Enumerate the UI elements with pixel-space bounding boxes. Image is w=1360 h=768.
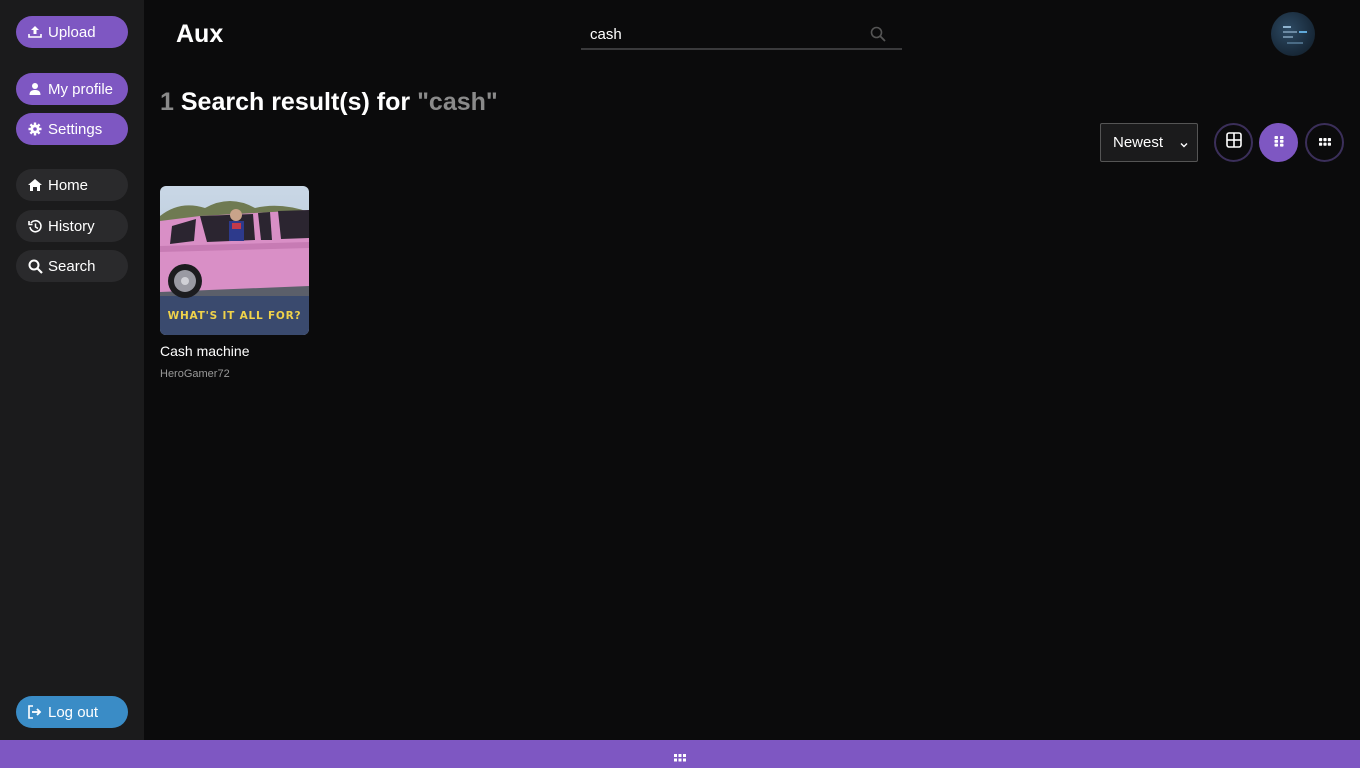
- logout-icon: [27, 704, 43, 720]
- results-heading: 1 Search result(s) for "cash": [160, 88, 498, 117]
- logout-button[interactable]: Log out: [16, 696, 128, 728]
- results-label: Search result(s) for: [180, 88, 411, 116]
- grid-medium-icon: [1273, 134, 1285, 152]
- sidebar: Upload My profile Settings Home History …: [0, 0, 144, 740]
- home-icon: [27, 177, 43, 193]
- search-submit-icon[interactable]: [870, 26, 886, 47]
- grid-large-icon: [1225, 132, 1242, 153]
- nav-search-label: Search: [48, 257, 96, 275]
- result-thumbnail[interactable]: WHAT'S IT ALL FOR?: [160, 186, 309, 335]
- result-author[interactable]: HeroGamer72: [160, 368, 309, 380]
- upload-label: Upload: [48, 23, 96, 41]
- upload-icon: [27, 24, 43, 40]
- sort-selected: Newest: [1113, 134, 1164, 151]
- results-count: 1: [160, 88, 174, 116]
- nav-home[interactable]: Home: [16, 169, 128, 201]
- history-icon: [27, 218, 43, 234]
- search-bar: [581, 20, 902, 50]
- nav-history[interactable]: History: [16, 210, 128, 242]
- view-large-grid-button[interactable]: [1214, 123, 1253, 162]
- avatar[interactable]: [1271, 12, 1315, 56]
- grid-small-icon: [1318, 134, 1332, 152]
- app-logo[interactable]: Aux: [176, 20, 223, 49]
- nav-home-label: Home: [48, 176, 89, 194]
- my-profile-button[interactable]: My profile: [16, 73, 128, 105]
- gear-icon: [27, 121, 43, 137]
- sort-dropdown[interactable]: Newest: [1100, 123, 1198, 162]
- results-query: "cash": [417, 88, 498, 116]
- cover-text: WHAT'S IT ALL FOR?: [168, 310, 302, 322]
- album-cover-art: WHAT'S IT ALL FOR?: [160, 186, 309, 335]
- grid-dots-icon: [674, 749, 686, 767]
- player-toggle-bar[interactable]: [0, 740, 1360, 768]
- settings-button[interactable]: Settings: [16, 113, 128, 145]
- logout-label: Log out: [48, 703, 99, 721]
- result-card[interactable]: WHAT'S IT ALL FOR? Cash machine HeroGame…: [160, 186, 309, 380]
- main-content: Aux 1 Search result(s) for "cash" Newest: [144, 0, 1360, 740]
- nav-search[interactable]: Search: [16, 250, 128, 282]
- upload-button[interactable]: Upload: [16, 16, 128, 48]
- view-small-grid-button[interactable]: [1305, 123, 1344, 162]
- settings-label: Settings: [48, 120, 103, 138]
- result-title[interactable]: Cash machine: [160, 343, 309, 359]
- my-profile-label: My profile: [48, 80, 114, 98]
- view-medium-grid-button[interactable]: [1259, 123, 1298, 162]
- user-icon: [27, 81, 43, 97]
- chevron-down-icon: [1179, 137, 1189, 154]
- search-icon: [27, 258, 43, 274]
- nav-history-label: History: [48, 217, 95, 235]
- search-input[interactable]: [581, 20, 871, 48]
